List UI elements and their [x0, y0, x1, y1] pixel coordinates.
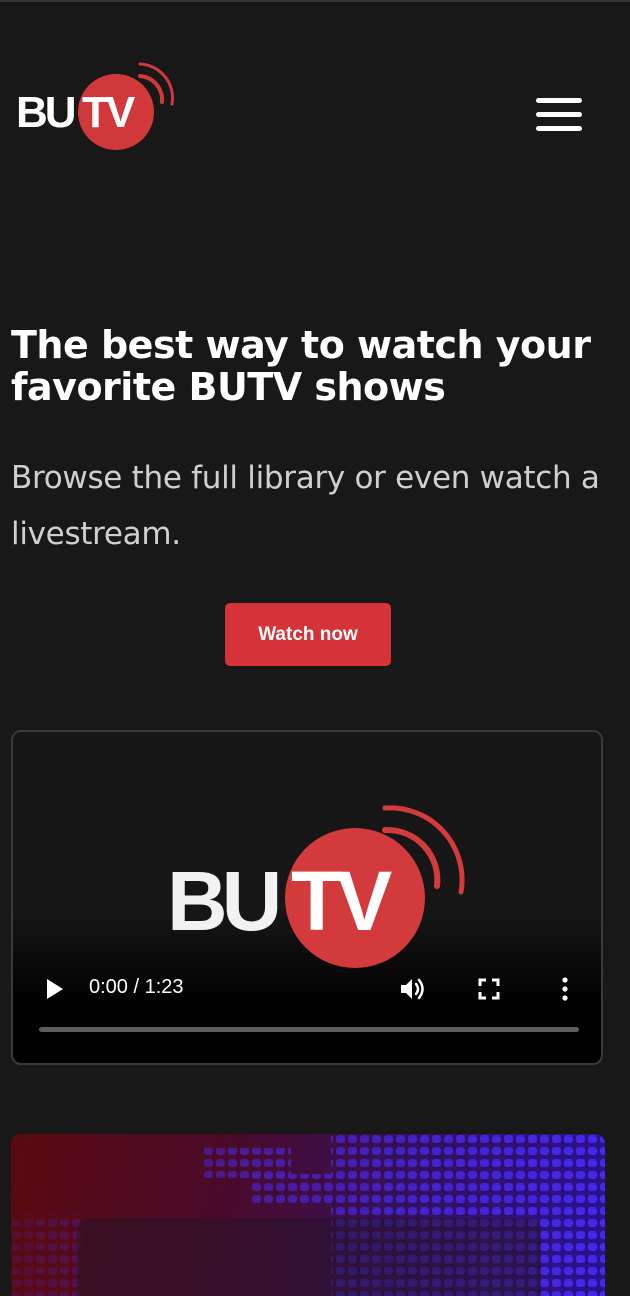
video-controls: 0:00 / 1:23 [13, 966, 601, 1026]
more-options-icon[interactable] [561, 976, 569, 1002]
menu-bar [536, 98, 582, 103]
video-broadcast-waves-icon [382, 805, 465, 895]
promo-card [77, 1218, 541, 1296]
logo-text-bu: BU [16, 88, 77, 137]
promo-banner[interactable] [11, 1134, 605, 1296]
video-logo-text-bu: BU [167, 854, 282, 948]
broadcast-waves-icon [138, 62, 174, 106]
hero-subtitle: Browse the full library or even watch a … [11, 460, 600, 552]
video-player[interactable]: BU TV 0:00 / 1:23 [11, 730, 603, 1065]
menu-bar [536, 112, 582, 117]
top-divider [0, 0, 630, 2]
volume-icon[interactable] [399, 976, 427, 1002]
time-display: 0:00 / 1:23 [89, 976, 184, 998]
play-icon[interactable] [45, 978, 65, 1000]
hamburger-menu-button[interactable] [528, 92, 588, 140]
hero-title: The best way to watch your favorite BUTV… [11, 323, 591, 409]
video-progress-bar[interactable] [39, 1027, 579, 1032]
menu-bar [536, 126, 582, 131]
butv-logo[interactable]: BU TV [14, 58, 174, 150]
video-poster-logo: BU TV [167, 800, 467, 970]
fullscreen-icon[interactable] [478, 978, 500, 1000]
watch-now-button[interactable]: Watch now [225, 603, 391, 666]
